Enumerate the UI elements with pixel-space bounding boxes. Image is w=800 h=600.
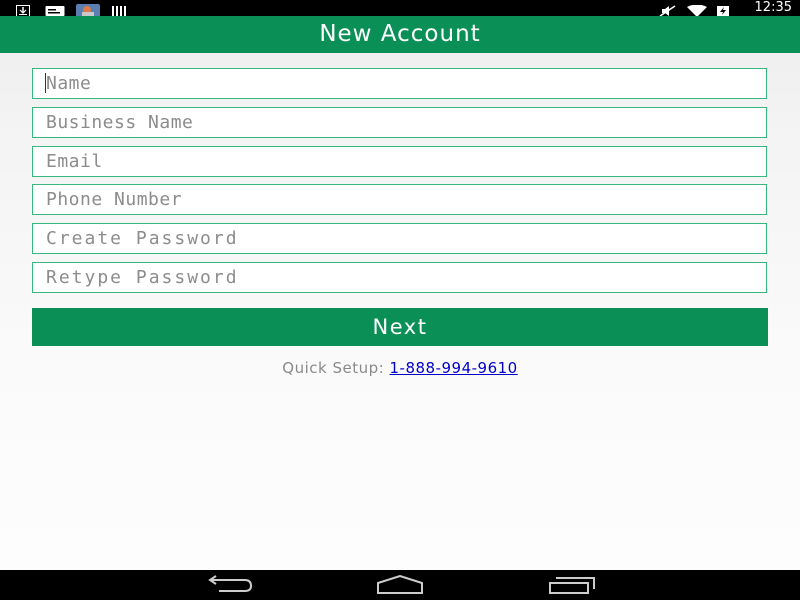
page-title: New Account (319, 21, 481, 47)
email-input[interactable] (32, 146, 767, 177)
new-account-screen: 12:35 New Account Next Quick Setup: 1-88… (0, 0, 800, 600)
text-cursor (45, 73, 46, 93)
next-button[interactable]: Next (32, 308, 768, 346)
name-input[interactable] (32, 68, 767, 99)
status-bar: 12:35 (0, 0, 800, 17)
quick-setup-phone-link[interactable]: 1-888-994-9610 (389, 359, 517, 377)
create-password-input[interactable] (32, 223, 767, 254)
quick-setup: Quick Setup: 1-888-994-9610 (0, 359, 800, 377)
back-icon[interactable] (205, 575, 253, 599)
retype-password-input[interactable] (32, 262, 767, 293)
navigation-bar (0, 570, 800, 600)
title-bar: New Account (0, 16, 800, 53)
status-time: 12:35 (754, 0, 792, 15)
phone-number-input[interactable] (32, 184, 767, 215)
recents-icon[interactable] (548, 575, 596, 599)
home-icon[interactable] (376, 574, 424, 599)
quick-setup-label: Quick Setup: (282, 359, 385, 377)
business-name-input[interactable] (32, 107, 767, 138)
